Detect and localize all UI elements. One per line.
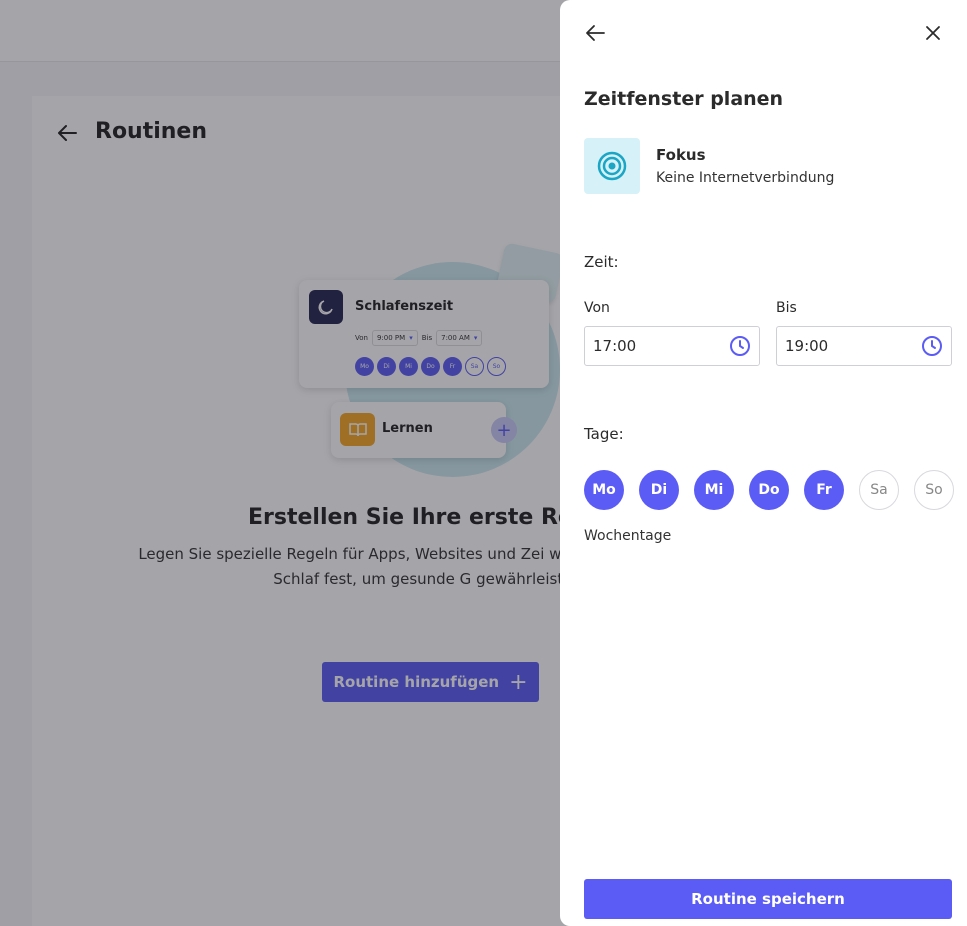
close-icon[interactable] [922, 22, 944, 44]
day-toggle-do[interactable]: Do [749, 470, 789, 510]
day-toggle-fr[interactable]: Fr [804, 470, 844, 510]
schedule-drawer: Zeitfenster planen Fokus Keine Internetv… [560, 0, 967, 926]
from-label: Von [584, 300, 610, 316]
day-toggle-di[interactable]: Di [639, 470, 679, 510]
day-toggle-sa[interactable]: Sa [859, 470, 899, 510]
back-arrow-icon[interactable] [584, 22, 606, 44]
day-toggle-so[interactable]: So [914, 470, 954, 510]
save-routine-button[interactable]: Routine speichern [584, 879, 952, 919]
mode-tile [584, 138, 640, 194]
to-time-value: 19:00 [785, 337, 829, 355]
days-summary: Wochentage [584, 528, 672, 544]
target-icon [597, 151, 627, 181]
day-toggle-mo[interactable]: Mo [584, 470, 624, 510]
to-time-input[interactable]: 19:00 [776, 326, 952, 366]
mode-description: Keine Internetverbindung [656, 170, 835, 186]
drawer-title: Zeitfenster planen [584, 88, 784, 110]
days-section-label: Tage: [584, 425, 624, 443]
day-toggle-mi[interactable]: Mi [694, 470, 734, 510]
day-selector: Mo Di Mi Do Fr Sa So [584, 470, 954, 510]
time-section-label: Zeit: [584, 253, 619, 271]
from-time-input[interactable]: 17:00 [584, 326, 760, 366]
clock-icon[interactable] [921, 335, 943, 357]
from-time-value: 17:00 [593, 337, 637, 355]
to-label: Bis [776, 300, 797, 316]
clock-icon[interactable] [729, 335, 751, 357]
mode-name: Fokus [656, 146, 706, 164]
